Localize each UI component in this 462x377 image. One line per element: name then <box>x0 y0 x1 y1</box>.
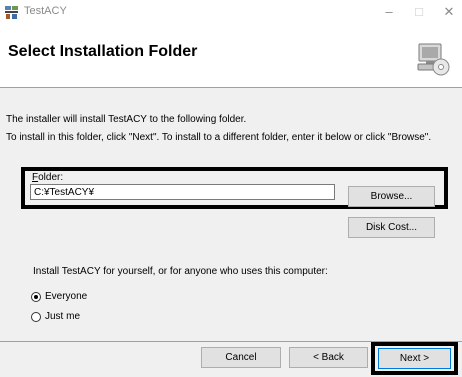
folder-label-text: older: <box>38 172 64 183</box>
install-for-prompt: Install TestACY for yourself, or for any… <box>33 266 328 277</box>
radio-everyone[interactable]: Everyone <box>31 291 87 302</box>
installer-window: TestACY – □ ✕ Select Installation Folder… <box>0 0 462 377</box>
dialog-body <box>0 88 462 342</box>
disk-cost-button[interactable]: Disk Cost... <box>348 217 435 238</box>
description-line-2: To install in this folder, click "Next".… <box>6 132 432 143</box>
folder-label: Folder: <box>32 172 63 183</box>
title-bar: TestACY – □ ✕ <box>0 0 462 24</box>
description-line-1: The installer will install TestACY to th… <box>6 114 247 125</box>
next-button[interactable]: Next > <box>378 348 451 369</box>
radio-everyone-label: Everyone <box>45 291 88 302</box>
maximize-icon[interactable]: □ <box>404 2 434 22</box>
minimize-icon[interactable]: – <box>374 2 404 22</box>
radio-just-me[interactable]: Just me <box>31 311 80 322</box>
radio-everyone-indicator[interactable] <box>31 291 41 302</box>
computer-disc-icon <box>416 42 450 76</box>
installer-app-icon <box>4 4 20 20</box>
window-title: TestACY <box>24 5 67 17</box>
radio-just-me-label: Just me <box>45 311 81 322</box>
dialog-header: Select Installation Folder <box>0 24 462 88</box>
close-icon[interactable]: ✕ <box>434 2 462 22</box>
back-button[interactable]: < Back <box>289 347 368 368</box>
cancel-button[interactable]: Cancel <box>201 347 281 368</box>
folder-path-input[interactable] <box>30 184 335 200</box>
radio-just-me-indicator[interactable] <box>31 311 41 322</box>
browse-button[interactable]: Browse... <box>348 186 435 207</box>
page-title: Select Installation Folder <box>8 43 198 60</box>
